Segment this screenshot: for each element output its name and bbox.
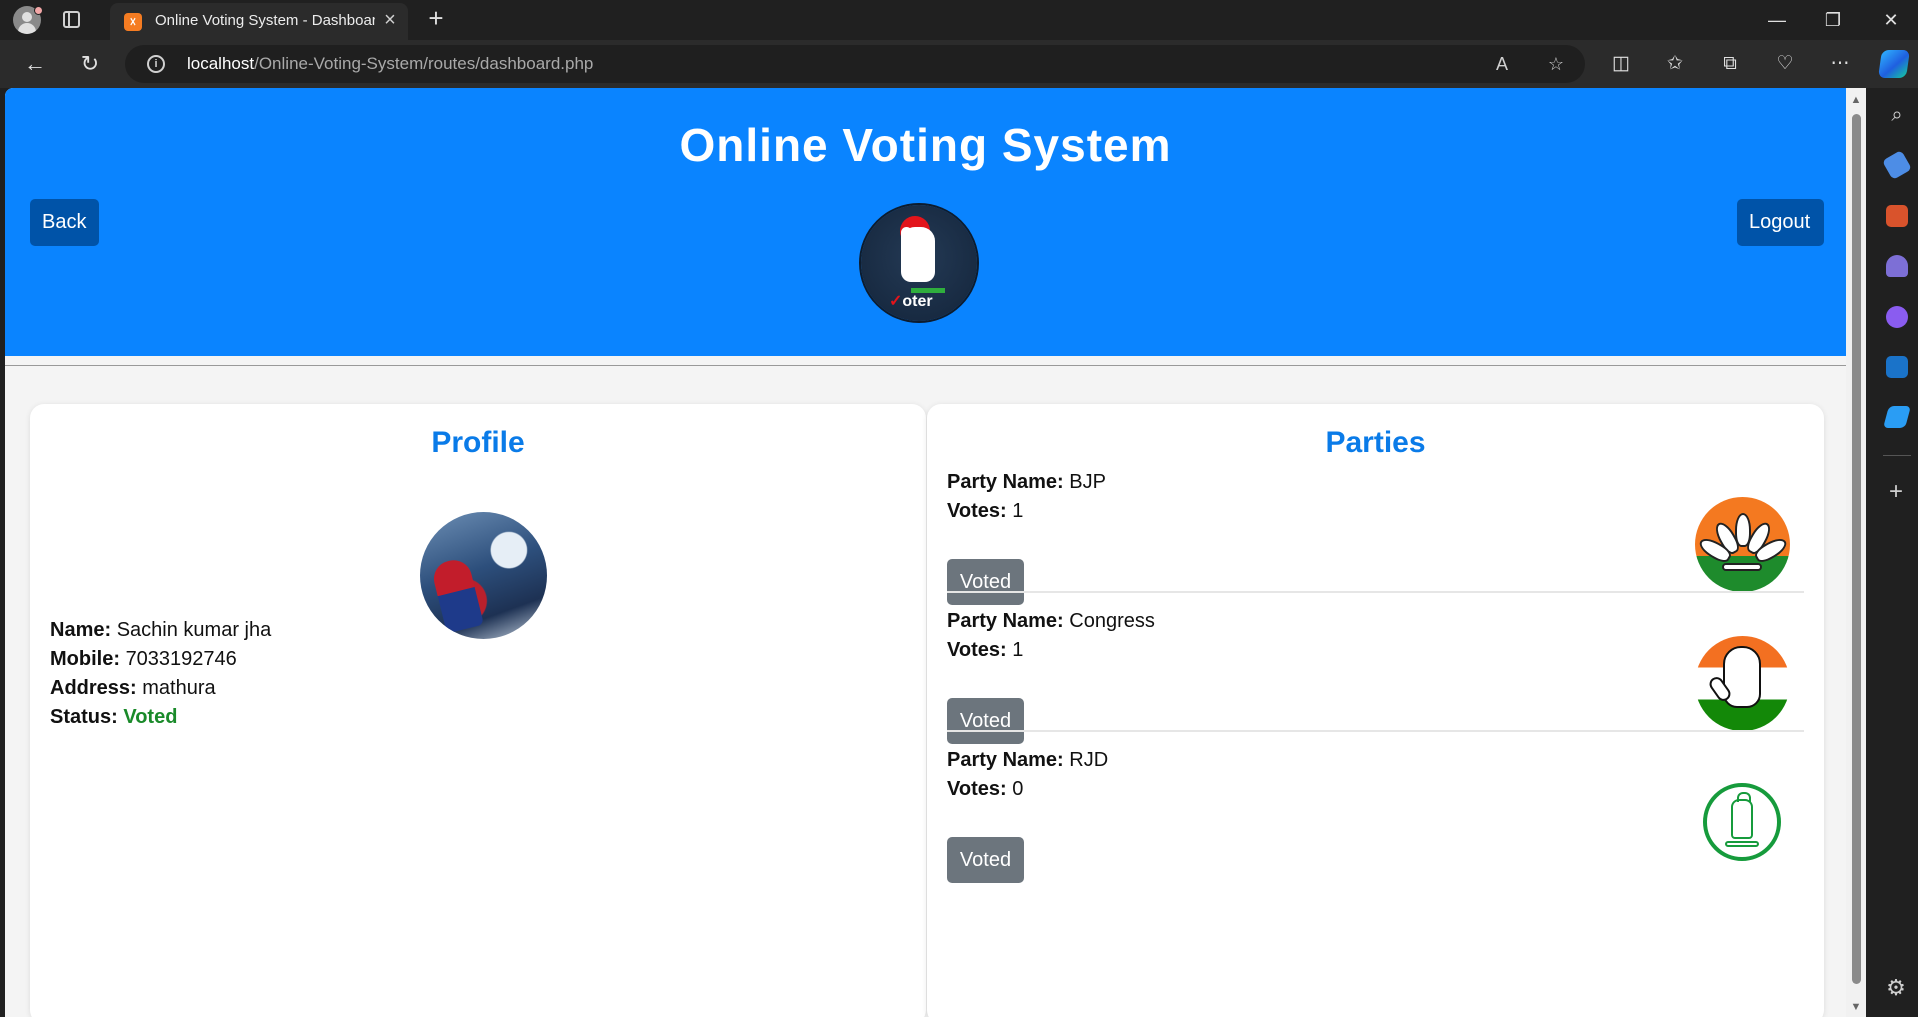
new-tab-icon[interactable]: + — [424, 5, 448, 31]
notification-dot-icon — [34, 6, 43, 15]
parties-card: Parties Party Name: BJP Votes: 1 Voted P… — [927, 404, 1824, 1017]
close-tab-icon[interactable]: × — [380, 10, 400, 30]
collections-icon[interactable]: ⧉ — [1717, 51, 1743, 77]
party-name: Party Name: BJP — [947, 471, 1106, 493]
party-row-bjp: Party Name: BJP Votes: 1 Voted — [947, 471, 1804, 610]
party-votes: Votes: 0 — [947, 778, 1024, 800]
header-divider — [5, 365, 1846, 366]
voter-logo-icon: ✓oter — [861, 205, 977, 321]
page-viewport: Online Voting System Back Logout ✓oter P… — [5, 88, 1846, 1017]
edge-sidebar: ⌕ + ⚙ — [1875, 88, 1918, 1017]
more-options-icon[interactable]: ⋯ — [1827, 51, 1853, 77]
profile-address: Address: mathura — [50, 677, 216, 699]
lotus-icon — [1695, 497, 1790, 592]
lantern-icon — [1703, 783, 1781, 861]
shopping-tag-icon[interactable] — [1881, 149, 1913, 181]
add-sidebar-app-icon[interactable]: + — [1884, 480, 1908, 504]
browser-titlebar: ☓ Online Voting System - Dashboard × + —… — [0, 0, 1918, 40]
send-icon[interactable] — [1883, 406, 1911, 428]
url-text[interactable]: localhost/Online-Voting-System/routes/da… — [187, 54, 593, 74]
favorites-icon[interactable]: ✩ — [1662, 51, 1688, 77]
party-name: Party Name: RJD — [947, 749, 1109, 771]
page-title: Online Voting System — [679, 119, 1172, 171]
profile-heading: Profile — [431, 426, 525, 459]
favorite-star-icon[interactable]: ☆ — [1545, 53, 1567, 75]
copilot-icon[interactable] — [1878, 50, 1910, 78]
xampp-icon: ☓ — [124, 13, 142, 31]
profile-card: Profile Name: Sachin kumar jha Mobile: 7… — [30, 404, 926, 1017]
refresh-icon[interactable]: ↻ — [76, 50, 104, 78]
party-divider — [947, 730, 1804, 732]
browser-essentials-icon[interactable]: ♡ — [1772, 51, 1798, 77]
party-row-rjd: Party Name: RJD Votes: 0 Voted — [947, 749, 1804, 888]
sidebar-settings-icon[interactable]: ⚙ — [1884, 976, 1908, 1000]
status-badge: Voted — [123, 706, 178, 728]
browser-toolbar: ← ↻ i localhost/Online-Voting-System/rou… — [0, 40, 1918, 88]
scroll-down-icon[interactable]: ▼ — [1850, 1001, 1862, 1013]
logout-button[interactable]: Logout — [1737, 199, 1824, 246]
window-close-icon[interactable]: ✕ — [1876, 6, 1906, 34]
tab-actions-icon[interactable] — [63, 11, 80, 28]
party-divider — [947, 591, 1804, 593]
profile-status: Status: Voted — [50, 706, 178, 728]
scroll-thumb[interactable] — [1852, 114, 1861, 984]
read-aloud-icon[interactable]: A — [1491, 53, 1513, 75]
address-bar[interactable]: i localhost/Online-Voting-System/routes/… — [125, 45, 1585, 83]
back-arrow-icon[interactable]: ← — [21, 50, 49, 78]
party-votes: Votes: 1 — [947, 500, 1024, 522]
profile-mobile: Mobile: 7033192746 — [50, 648, 237, 670]
back-button[interactable]: Back — [30, 199, 99, 246]
party-votes: Votes: 1 — [947, 639, 1024, 661]
voted-button[interactable]: Voted — [947, 559, 1024, 605]
tab-title: Online Voting System - Dashboard — [155, 12, 375, 29]
sidebar-divider — [1883, 455, 1911, 456]
party-row-congress: Party Name: Congress Votes: 1 Voted — [947, 610, 1804, 749]
user-avatar — [420, 512, 547, 639]
split-screen-icon[interactable]: ◫ — [1608, 51, 1634, 77]
scroll-up-icon[interactable]: ▲ — [1850, 94, 1862, 106]
party-name: Party Name: Congress — [947, 610, 1155, 632]
restore-icon[interactable]: ❐ — [1818, 6, 1848, 34]
minimize-icon[interactable]: — — [1762, 6, 1792, 34]
profile-name: Name: Sachin kumar jha — [50, 619, 272, 641]
site-header: Online Voting System Back Logout ✓oter — [5, 88, 1846, 356]
site-info-icon[interactable]: i — [147, 55, 165, 73]
games-icon[interactable] — [1886, 255, 1908, 277]
browser-tab[interactable]: ☓ Online Voting System - Dashboard × — [110, 3, 408, 40]
copilot-sidebar-icon[interactable] — [1886, 306, 1908, 328]
tools-icon[interactable] — [1886, 205, 1908, 227]
hand-icon — [1695, 636, 1790, 731]
outlook-icon[interactable] — [1886, 356, 1908, 378]
voted-button[interactable]: Voted — [947, 698, 1024, 744]
voted-button[interactable]: Voted — [947, 837, 1024, 883]
page-scrollbar[interactable]: ▲ ▼ — [1846, 88, 1866, 1017]
search-icon[interactable]: ⌕ — [1886, 104, 1908, 126]
parties-heading: Parties — [1325, 426, 1426, 459]
